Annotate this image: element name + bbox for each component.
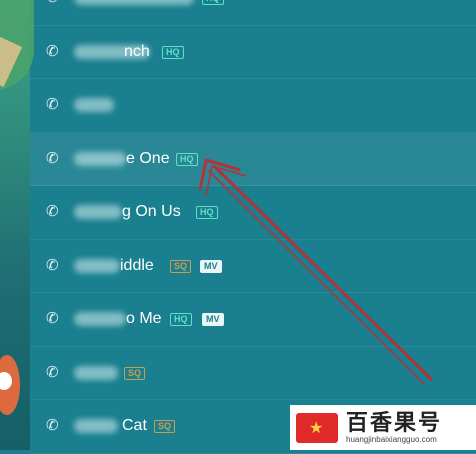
song-title-blurred (74, 365, 118, 380)
hq-badge: HQ (176, 152, 198, 166)
sq-badge: SQ (154, 420, 176, 433)
ringtone-icon[interactable]: ✆ (46, 365, 59, 380)
song-row-selected[interactable]: ✆ e One HQ (30, 132, 476, 186)
mv-badge: MV (200, 259, 222, 273)
song-title-blurred (74, 0, 194, 5)
ringtone-icon[interactable]: ✆ (46, 44, 59, 59)
sq-badge: SQ (170, 259, 192, 273)
mv-badge: MV (202, 313, 224, 326)
song-row[interactable]: ✆ g On Us HQ (30, 186, 476, 240)
song-title-blurred (74, 258, 120, 273)
hq-badge: HQ (170, 313, 192, 326)
ringtone-icon[interactable]: ✆ (46, 311, 59, 326)
song-row[interactable]: ✆ nch HQ (30, 26, 476, 79)
song-title-blurred (74, 98, 114, 112)
song-title: o Me (126, 310, 162, 327)
song-title: e One (126, 149, 170, 167)
song-title-blurred (74, 151, 126, 166)
song-title: g On Us (122, 203, 181, 220)
song-title: nch (124, 42, 150, 60)
hq-badge: HQ (202, 0, 224, 5)
ringtone-icon[interactable]: ✆ (46, 97, 59, 112)
song-list: ✆ HQ ✆ nch HQ ✆ ✆ e One HQ ✆ g On Us HQ … (30, 0, 476, 454)
watermark-chinese: 百香果号 (346, 409, 443, 435)
song-row[interactable]: ✆ HQ (30, 0, 476, 26)
ringtone-icon[interactable]: ✆ (46, 151, 59, 166)
song-row[interactable]: ✆ SQ (30, 347, 476, 400)
album-art-edge (0, 0, 34, 450)
ringtone-icon[interactable]: ✆ (46, 204, 59, 219)
song-title-blurred (74, 312, 126, 326)
song-title-blurred (74, 419, 118, 433)
watermark: ★ 百香果号 huangjinbaixiangguo.com (290, 405, 476, 450)
watermark-text: 百香果号 huangjinbaixiangguo.com (346, 409, 443, 445)
ringtone-icon[interactable]: ✆ (46, 258, 59, 273)
watermark-url: huangjinbaixiangguo.com (346, 434, 437, 444)
song-row[interactable]: ✆ iddle SQ MV (30, 240, 476, 293)
watermark-logo: ★ (296, 412, 338, 443)
hq-badge: HQ (196, 206, 218, 219)
song-title-blurred (74, 205, 122, 219)
song-row[interactable]: ✆ o Me HQ MV (30, 293, 476, 347)
star-icon: ★ (309, 419, 324, 437)
ringtone-icon[interactable]: ✆ (46, 418, 59, 433)
song-title: iddle (120, 256, 154, 274)
song-row[interactable]: ✆ (30, 79, 476, 133)
hq-badge: HQ (162, 45, 184, 59)
song-title: Cat (122, 417, 147, 434)
sq-badge: SQ (124, 366, 146, 380)
ringtone-icon[interactable]: ✆ (46, 0, 59, 5)
